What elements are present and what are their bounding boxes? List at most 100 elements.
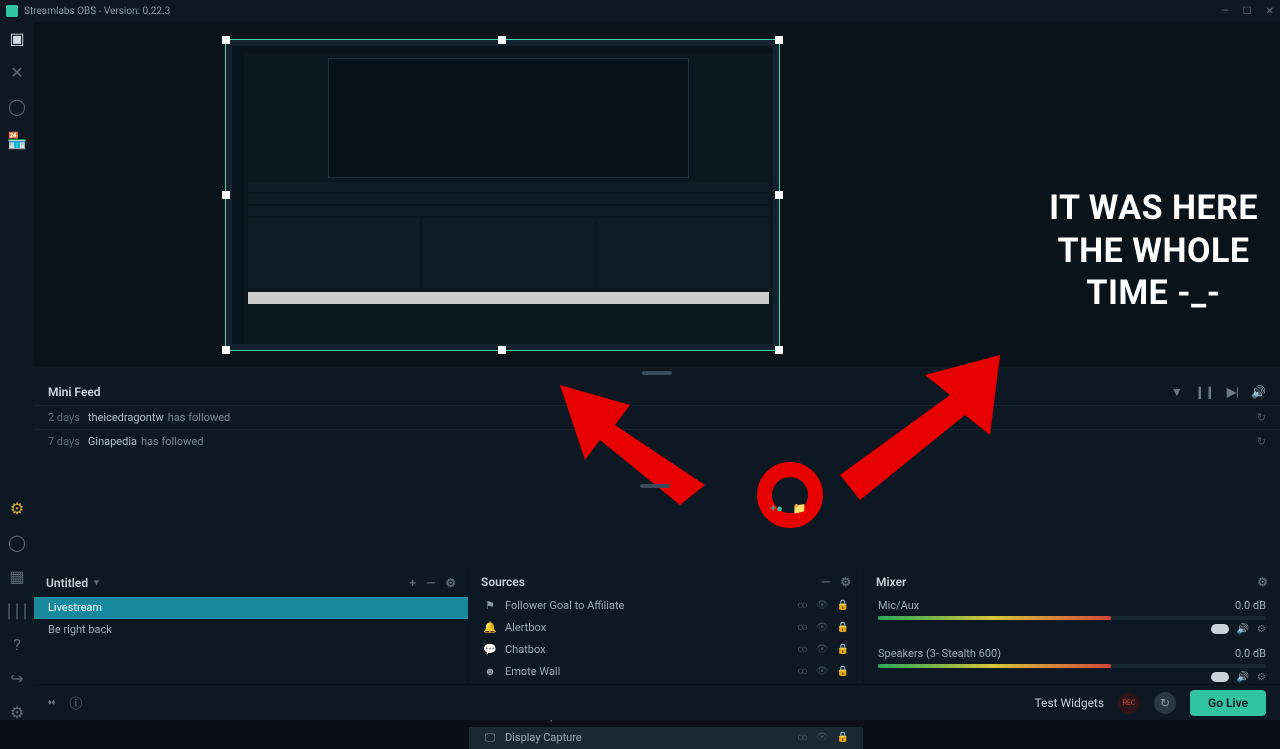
mixer-title: Mixer xyxy=(876,575,906,589)
app-logo-icon xyxy=(6,5,18,17)
maximize-icon[interactable]: ☐ xyxy=(1243,6,1252,17)
link-icon[interactable]: ∞ xyxy=(798,666,808,677)
lock-icon[interactable]: 🔒 xyxy=(837,600,849,611)
resize-handle[interactable] xyxy=(222,346,230,354)
visibility-icon[interactable]: 👁 xyxy=(816,666,829,677)
volume-slider[interactable] xyxy=(1211,672,1229,682)
chevron-down-icon[interactable]: ▾ xyxy=(94,578,99,588)
grid-icon[interactable]: ▦ xyxy=(9,568,25,584)
resize-handle[interactable] xyxy=(222,191,230,199)
source-item[interactable]: 💬Chatbox∞👁🔒 xyxy=(469,639,863,661)
remove-scene-icon[interactable]: — xyxy=(426,576,435,590)
source-label: Follower Goal to Affiliate xyxy=(505,599,624,612)
panel-resize-handle[interactable] xyxy=(640,484,670,488)
resize-handle[interactable] xyxy=(222,36,230,44)
visibility-icon[interactable]: 👁 xyxy=(816,622,829,633)
channel-name: Mic/Aux xyxy=(878,599,919,612)
source-item[interactable]: ⚑ Follower Goal to Affiliate ∞ 👁 🔒 xyxy=(469,595,863,617)
skip-icon[interactable]: ▶| xyxy=(1227,385,1239,399)
refresh-icon[interactable]: ↻ xyxy=(1257,435,1266,448)
link-icon[interactable]: ∞ xyxy=(798,732,808,743)
link-icon[interactable]: ∞ xyxy=(798,600,808,611)
lock-icon[interactable]: 🔒 xyxy=(837,622,849,633)
scene-label: Livestream xyxy=(48,601,102,614)
sources-title: Sources xyxy=(481,575,525,589)
source-item[interactable]: 🔔Alertbox∞👁🔒 xyxy=(469,617,863,639)
resize-handle[interactable] xyxy=(775,346,783,354)
link-icon[interactable]: ∞ xyxy=(798,644,808,655)
channel-settings-icon[interactable]: ⚙ xyxy=(1257,672,1266,683)
emote-icon: ☻ xyxy=(483,665,497,678)
channel-db: 0.0 dB xyxy=(1235,647,1266,660)
monitor-icon: 🖵 xyxy=(483,731,497,745)
volume-icon[interactable]: 🔊 xyxy=(1251,385,1266,399)
help-icon[interactable]: ? xyxy=(9,636,25,652)
source-settings-icon[interactable]: ⚙ xyxy=(840,575,851,589)
logout-icon[interactable]: ↪ xyxy=(9,670,25,686)
scene-item[interactable]: Be right back xyxy=(34,619,468,641)
visibility-icon[interactable]: 👁 xyxy=(816,644,829,655)
crossed-tools-icon[interactable]: ✕ xyxy=(9,64,25,80)
titlebar: Streamlabs OBS - Version: 0.22.3 — ☐ ✕ xyxy=(0,0,1280,22)
mini-feed-panel: Mini Feed ▼ ❙❙ ▶| 🔊 2 days theicedragont… xyxy=(34,379,1280,453)
stats-icon[interactable]: ⬪⬪ xyxy=(48,695,55,710)
link-icon[interactable]: ∞ xyxy=(798,622,808,633)
scenes-title[interactable]: Untitled xyxy=(46,576,88,590)
pause-icon[interactable]: ❙❙ xyxy=(1195,385,1215,399)
add-source-icon[interactable]: +● xyxy=(770,502,783,515)
info-icon[interactable]: ⓘ xyxy=(69,693,82,712)
refresh-icon[interactable]: ↻ xyxy=(1257,411,1266,424)
feed-action: has followed xyxy=(168,411,230,424)
mute-icon[interactable]: 🔊 xyxy=(1237,672,1249,683)
channel-db: 0.0 dB xyxy=(1235,599,1266,612)
lock-icon[interactable]: 🔒 xyxy=(837,666,849,677)
source-item[interactable]: 🖵 Display Capture ∞ 👁 🔒 xyxy=(469,727,863,749)
feed-time: 2 days xyxy=(48,411,80,424)
record-button[interactable]: REC xyxy=(1118,692,1140,714)
channel-settings-icon[interactable]: ⚙ xyxy=(1257,624,1266,635)
filter-icon[interactable]: ▼ xyxy=(1171,385,1183,399)
test-widgets-button[interactable]: Test Widgets xyxy=(1034,696,1104,710)
source-item[interactable]: ☻Emote Wall∞👁🔒 xyxy=(469,661,863,683)
minimize-icon[interactable]: — xyxy=(1221,6,1229,17)
source-label: Display Capture xyxy=(505,731,582,744)
gear-icon[interactable]: ⚙ xyxy=(9,500,25,516)
volume-slider[interactable] xyxy=(1211,624,1229,634)
resize-handle[interactable] xyxy=(775,191,783,199)
circle-icon[interactable]: ◯ xyxy=(9,534,25,550)
lock-icon[interactable]: 🔒 xyxy=(837,732,849,743)
selected-source-bounds[interactable] xyxy=(225,39,780,351)
bottom-bar: ⬪⬪ ⓘ Test Widgets REC ↻ Go Live xyxy=(34,684,1280,720)
resize-handle[interactable] xyxy=(775,36,783,44)
resize-handle[interactable] xyxy=(498,36,506,44)
flag-icon: ⚑ xyxy=(483,599,497,612)
panel-resize-handle[interactable] xyxy=(642,371,672,375)
camera-icon[interactable]: ▣ xyxy=(9,30,25,46)
scene-item[interactable]: Livestream xyxy=(34,597,468,619)
lock-icon[interactable]: 🔒 xyxy=(837,644,849,655)
feed-action: has followed xyxy=(141,435,203,448)
left-sidebar: ▣ ✕ ◯ 🏪 ⚙ ◯ ▦ ∣∣∣ ? ↪ ⚙ xyxy=(0,22,34,720)
scene-settings-icon[interactable]: ⚙ xyxy=(445,576,456,590)
preview-canvas[interactable]: IT WAS HERETHE WHOLETIME -_- xyxy=(34,22,1280,367)
go-live-button[interactable]: Go Live xyxy=(1190,690,1266,716)
window-title: Streamlabs OBS - Version: 0.22.3 xyxy=(24,6,170,17)
equalizer-icon[interactable]: ∣∣∣ xyxy=(9,602,25,618)
visibility-icon[interactable]: 👁 xyxy=(816,600,829,611)
resize-handle[interactable] xyxy=(498,346,506,354)
settings-icon[interactable]: ⚙ xyxy=(9,704,25,720)
store-icon[interactable]: 🏪 xyxy=(9,132,25,148)
scene-label: Be right back xyxy=(48,623,112,636)
feed-item: 7 days Ginapedia has followed ↻ xyxy=(34,429,1280,453)
close-icon[interactable]: ✕ xyxy=(1266,6,1274,17)
mixer-settings-icon[interactable]: ⚙ xyxy=(1257,575,1268,589)
add-scene-icon[interactable]: + xyxy=(409,576,416,590)
folder-icon[interactable]: 📁 xyxy=(793,502,807,515)
mute-icon[interactable]: 🔊 xyxy=(1237,624,1249,635)
remove-source-icon[interactable]: — xyxy=(821,575,830,589)
search-icon[interactable]: ◯ xyxy=(9,98,25,114)
visibility-icon[interactable]: 👁 xyxy=(816,732,829,743)
mini-feed-title: Mini Feed xyxy=(48,385,101,399)
replay-button[interactable]: ↻ xyxy=(1154,692,1176,714)
chat-icon: 💬 xyxy=(483,643,497,656)
